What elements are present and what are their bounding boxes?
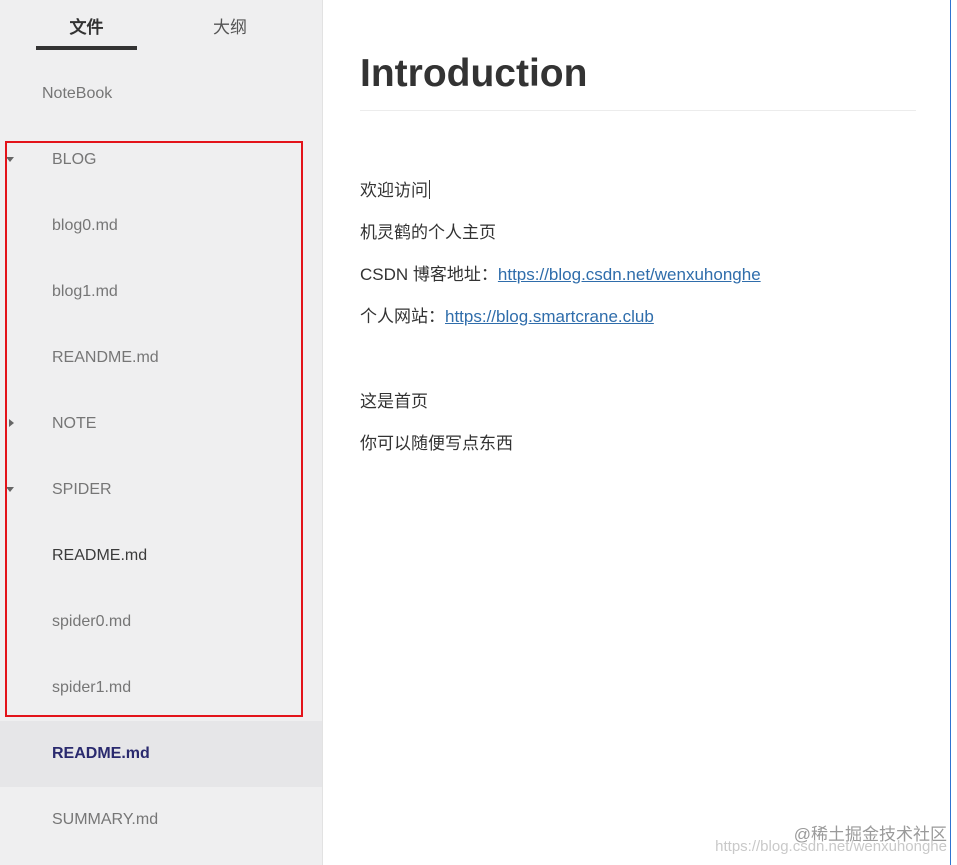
- tree-file-spider0[interactable]: spider0.md: [0, 589, 322, 655]
- tree-folder-spider[interactable]: SPIDER: [0, 457, 322, 523]
- csdn-link[interactable]: https://blog.csdn.net/wenxuhonghe: [498, 265, 761, 284]
- tree-file-reandme[interactable]: REANDME.md: [0, 325, 322, 391]
- watermark-url: https://blog.csdn.net/wenxuhonghe: [715, 838, 947, 855]
- paragraph-text: 个人网站：: [360, 307, 445, 326]
- tab-outline[interactable]: 大纲: [180, 14, 280, 50]
- paragraph-write-anything[interactable]: 你可以随便写点东西: [360, 429, 513, 454]
- paragraph-site[interactable]: 个人网站：https://blog.smartcrane.club: [360, 302, 654, 327]
- tree-folder-blog[interactable]: BLOG: [0, 127, 322, 193]
- site-link[interactable]: https://blog.smartcrane.club: [445, 307, 654, 326]
- tree-folder-note[interactable]: NOTE: [0, 391, 322, 457]
- paragraph-homepage[interactable]: 机灵鹤的个人主页: [360, 218, 496, 243]
- caret-right-icon[interactable]: [9, 419, 14, 427]
- tree-item-label: NoteBook: [42, 85, 113, 102]
- paragraph-text: CSDN 博客地址：: [360, 265, 498, 284]
- tree-file-spider1[interactable]: spider1.md: [0, 655, 322, 721]
- text-cursor: [429, 180, 430, 199]
- tree-item-label: SPIDER: [52, 481, 112, 498]
- tree-item-label: SUMMARY.md: [52, 811, 159, 828]
- tree-item-label: NOTE: [52, 415, 97, 432]
- tree-item-label: spider0.md: [52, 613, 132, 630]
- tree-item-label: README.md: [52, 547, 148, 564]
- paragraph-text: 这是首页: [360, 392, 428, 411]
- file-sidebar: 文件 大纲 NoteBook BLOG blog0.md blog1.md RE…: [0, 0, 323, 865]
- tree-item-label: README.md: [52, 745, 150, 762]
- tree-file-summary[interactable]: SUMMARY.md: [0, 787, 322, 853]
- tree-item-label: REANDME.md: [52, 349, 159, 366]
- paragraph-csdn[interactable]: CSDN 博客地址：https://blog.csdn.net/wenxuhon…: [360, 260, 761, 285]
- tree-file-spider-readme[interactable]: README.md: [0, 523, 322, 589]
- tree-file-blog0[interactable]: blog0.md: [0, 193, 322, 259]
- paragraph-home-note[interactable]: 这是首页: [360, 387, 428, 412]
- tree-item-label: spider1.md: [52, 679, 132, 696]
- tree-item-label: blog0.md: [52, 217, 118, 234]
- caret-down-icon[interactable]: [6, 157, 14, 162]
- paragraph-text: 欢迎访问: [360, 181, 428, 200]
- window-edge: [950, 0, 951, 865]
- tree-item-label: BLOG: [52, 151, 97, 168]
- tree-file-readme-selected[interactable]: README.md: [0, 721, 322, 787]
- paragraph-text: 机灵鹤的个人主页: [360, 223, 496, 242]
- tree-item-notebook[interactable]: NoteBook: [0, 61, 322, 127]
- paragraph-welcome[interactable]: 欢迎访问: [360, 176, 430, 201]
- caret-down-icon[interactable]: [6, 487, 14, 492]
- tab-files[interactable]: 文件: [36, 14, 137, 50]
- tree-item-label: blog1.md: [52, 283, 118, 300]
- paragraph-text: 你可以随便写点东西: [360, 434, 513, 453]
- page-title: Introduction: [360, 52, 916, 111]
- tree-file-blog1[interactable]: blog1.md: [0, 259, 322, 325]
